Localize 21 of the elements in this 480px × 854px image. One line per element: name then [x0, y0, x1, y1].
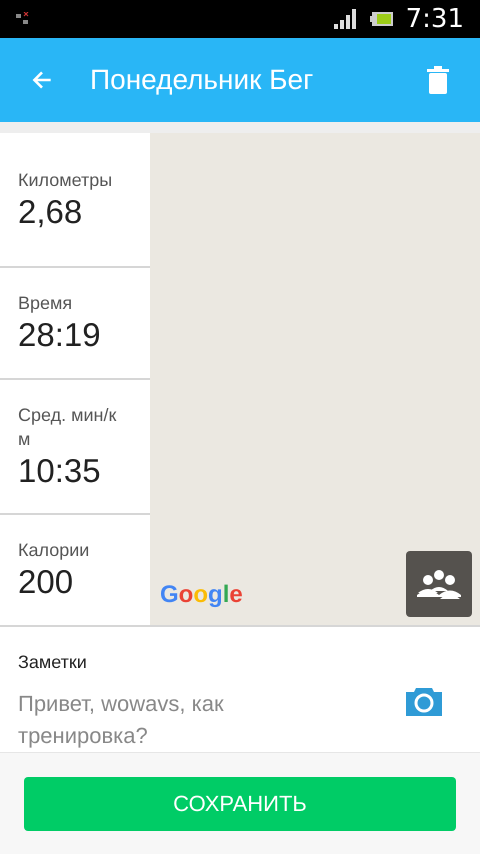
- stat-label: Километры: [18, 168, 114, 192]
- notes-label: Заметки: [18, 651, 88, 674]
- stat-value: 2,68: [18, 192, 84, 232]
- stat-value: 28:19: [18, 315, 102, 355]
- notes-field[interactable]: Привет, wowavs, как тренировка?: [18, 688, 318, 748]
- notification-icon: [16, 12, 30, 26]
- stat-label: Калории: [18, 539, 90, 562]
- group-button[interactable]: [406, 551, 472, 617]
- stat-label: Сред. мин/км: [18, 404, 118, 450]
- status-time: 7:31: [406, 2, 464, 36]
- stat-label: Время: [18, 292, 74, 315]
- signal-icon: [334, 9, 358, 29]
- screen-title: Понедельник Бег: [90, 63, 314, 97]
- save-button[interactable]: СОХРАНИТЬ: [24, 776, 456, 830]
- battery-icon: [370, 11, 394, 27]
- map-attribution: Google: [160, 580, 243, 610]
- map-area[interactable]: Google: [150, 133, 480, 625]
- stat-value: 10:35: [18, 450, 102, 490]
- trash-icon: [427, 66, 449, 94]
- people-icon: [416, 569, 462, 599]
- stat-value: 200: [18, 562, 74, 602]
